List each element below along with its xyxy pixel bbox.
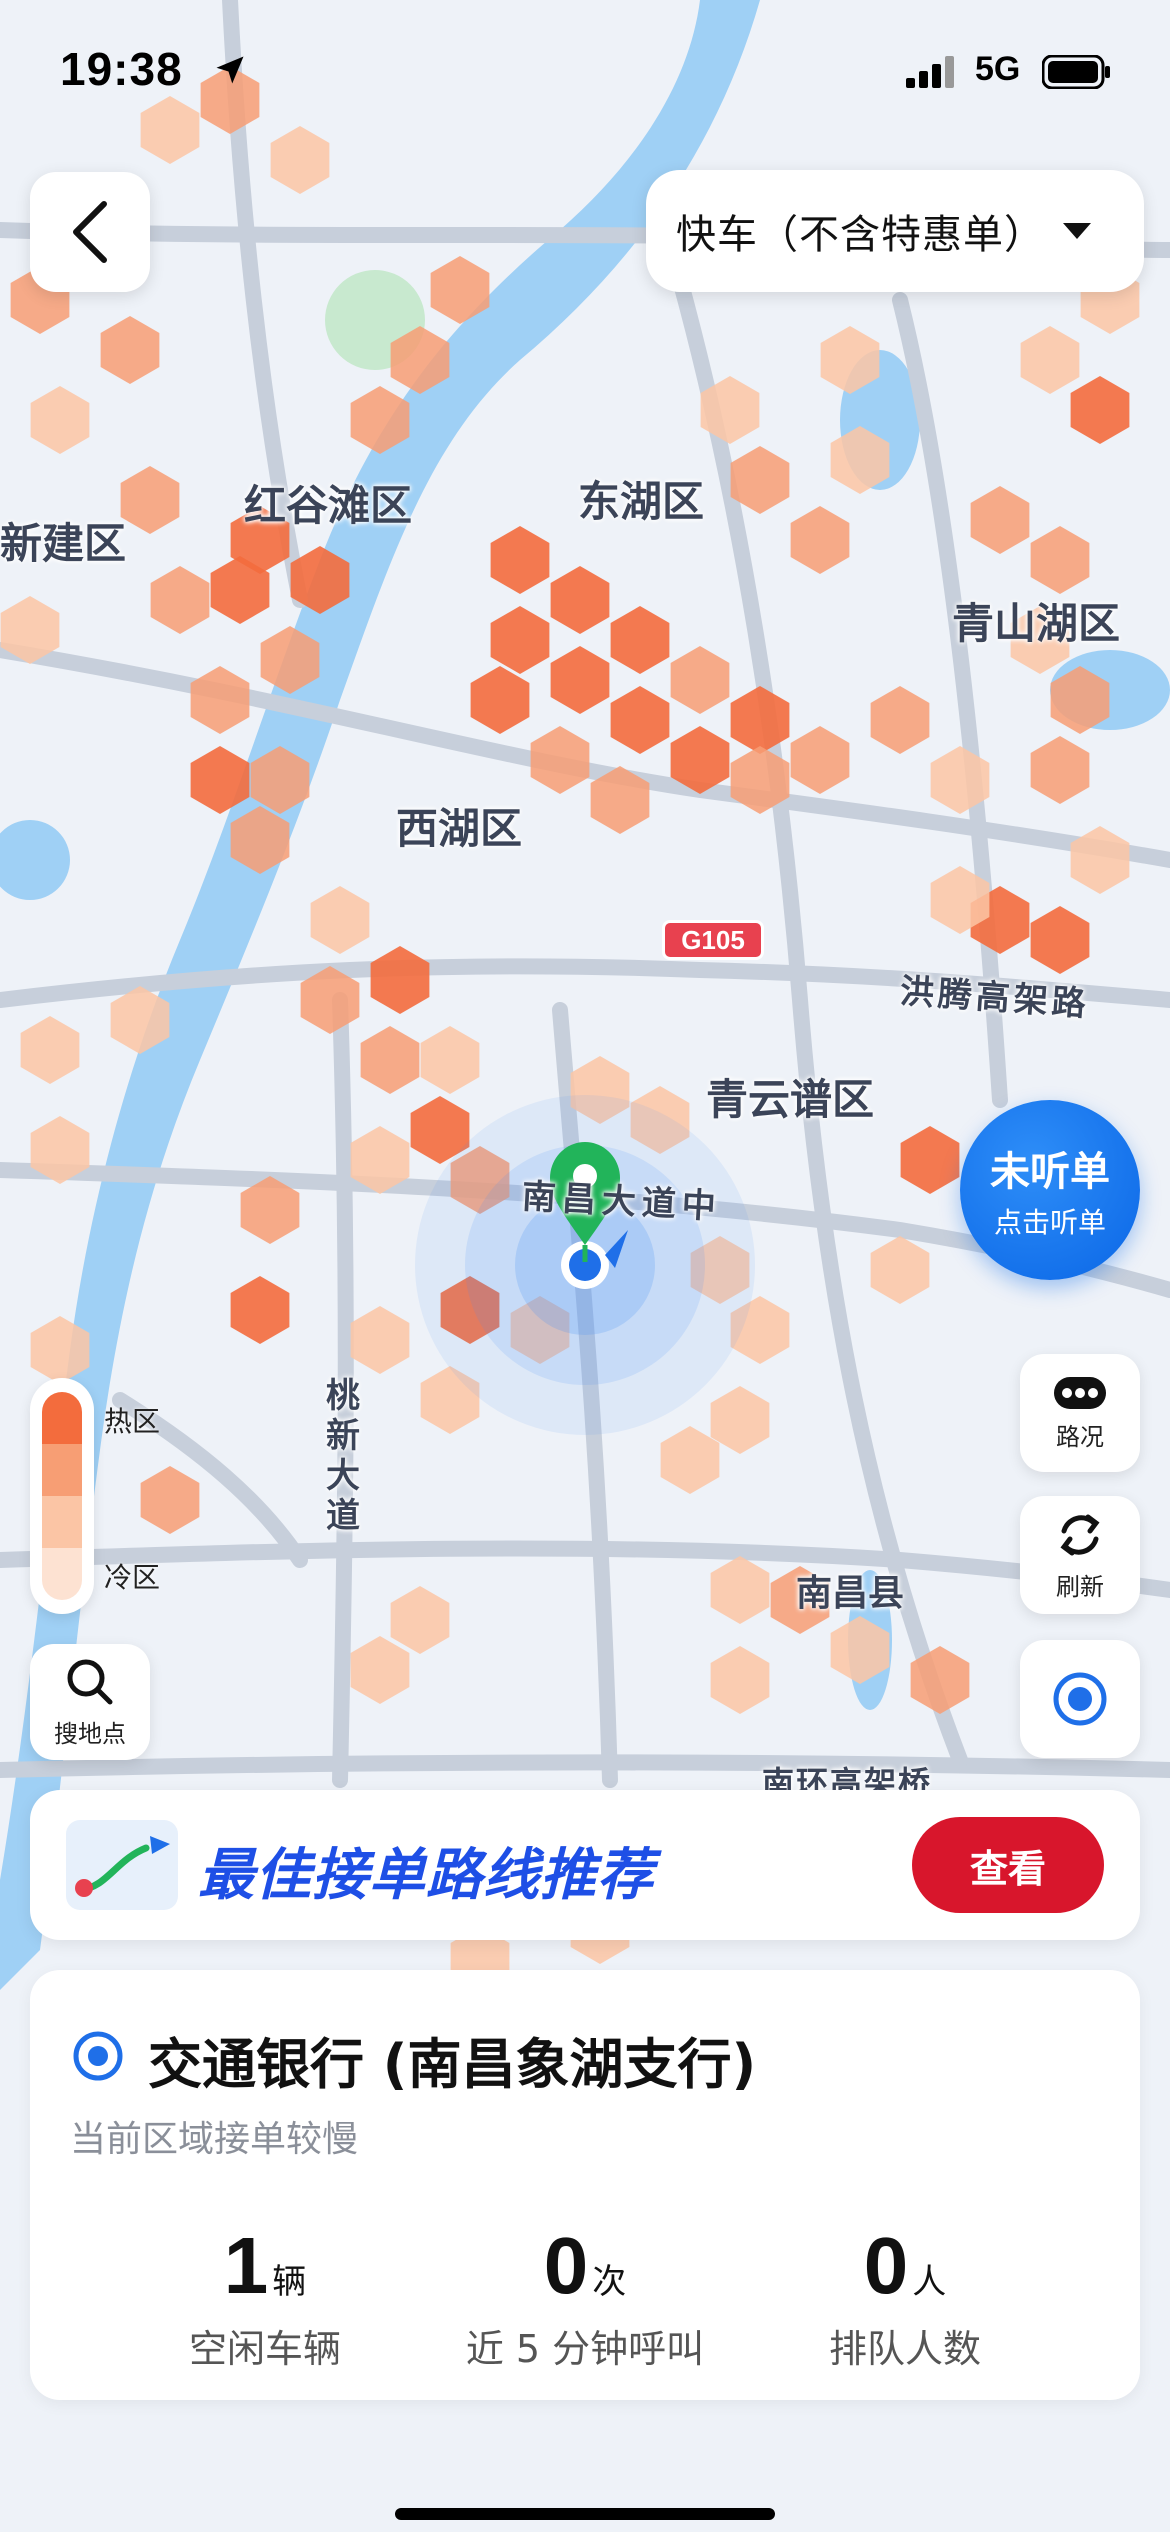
refresh-button[interactable]: 刷新	[1020, 1496, 1140, 1614]
start-listening-button[interactable]: 未听单 点击听单	[960, 1100, 1140, 1280]
order-mode-label: 快车（不含特惠单）	[676, 212, 1045, 258]
traffic-label: 路况	[1056, 1422, 1104, 1451]
view-route-button[interactable]: 查看	[912, 1817, 1104, 1913]
refresh-icon	[1060, 1514, 1100, 1555]
stat-unit: 辆	[272, 2262, 307, 2302]
status-bar: 19:38 5G	[0, 0, 1170, 150]
stat-unit: 次	[592, 2262, 627, 2302]
search-place-label: 搜地点	[54, 1719, 126, 1748]
district-label: 西湖区	[396, 804, 523, 853]
stat-queue: 0人 排队人数	[740, 2220, 1070, 2373]
stat-idle-vehicles: 1辆 空闲车辆	[100, 2220, 430, 2373]
stat-label: 近 5 分钟呼叫	[465, 2327, 705, 2371]
stat-unit: 人	[912, 2262, 947, 2302]
stat-label: 排队人数	[828, 2327, 981, 2371]
home-indicator	[395, 2508, 775, 2520]
search-icon	[67, 1659, 113, 1704]
target-icon	[73, 2031, 123, 2081]
legend-cold-label: 冷区	[104, 1561, 161, 1594]
road-label: 桃新大道	[326, 1376, 360, 1536]
listen-status: 未听单	[990, 1149, 1110, 1195]
place-name: 交通银行 (南昌象湖支行)	[148, 2033, 757, 2096]
area-status-text: 当前区域接单较慢	[70, 2119, 359, 2160]
traffic-button[interactable]: 路况	[1020, 1354, 1140, 1472]
signal-icon	[906, 56, 954, 88]
district-label: 东湖区	[578, 477, 705, 526]
stat-value: 0	[543, 2221, 589, 2310]
area-info-card: 交通银行 (南昌象湖支行) 当前区域接单较慢 1辆 空闲车辆 0次 近 5 分钟…	[30, 1970, 1140, 2400]
road-label: 南昌大道中	[520, 1176, 723, 1228]
stat-value: 1	[223, 2221, 269, 2310]
chevron-left-icon	[73, 201, 107, 263]
district-label: 青云谱区	[706, 1075, 875, 1124]
heat-legend	[30, 1378, 94, 1614]
stat-label: 空闲车辆	[188, 2327, 341, 2371]
district-label: 新建区	[0, 519, 127, 568]
search-place-button[interactable]: 搜地点	[30, 1644, 150, 1760]
district-label: 青山湖区	[952, 599, 1121, 648]
recenter-button[interactable]	[1020, 1640, 1140, 1758]
locate-icon	[1053, 1672, 1107, 1726]
road-badge: G105	[662, 920, 764, 960]
battery-icon	[1042, 55, 1110, 89]
traffic-icon	[1054, 1376, 1106, 1409]
back-button[interactable]	[30, 172, 150, 292]
refresh-label: 刷新	[1056, 1572, 1104, 1601]
caret-down-icon	[1063, 223, 1091, 239]
listen-hint: 点击听单	[993, 1206, 1106, 1239]
district-label: 南昌县	[796, 1573, 905, 1614]
legend-hot-label: 热区	[104, 1405, 161, 1438]
stat-recent-calls: 0次 近 5 分钟呼叫	[420, 2220, 750, 2373]
order-mode-dropdown[interactable]: 快车（不含特惠单）	[646, 170, 1144, 292]
location-arrow-icon	[216, 56, 244, 84]
road	[0, 1754, 1170, 1778]
route-map-icon	[66, 1820, 178, 1910]
district-label: 红谷滩区	[244, 481, 413, 530]
route-recommend-banner[interactable]: 最佳接单路线推荐 查看	[30, 1790, 1140, 1940]
network-type: 5G	[975, 50, 1021, 88]
stat-value: 0	[863, 2221, 909, 2310]
route-banner-title: 最佳接单路线推荐	[198, 1843, 654, 1908]
status-time: 19:38	[60, 43, 183, 95]
